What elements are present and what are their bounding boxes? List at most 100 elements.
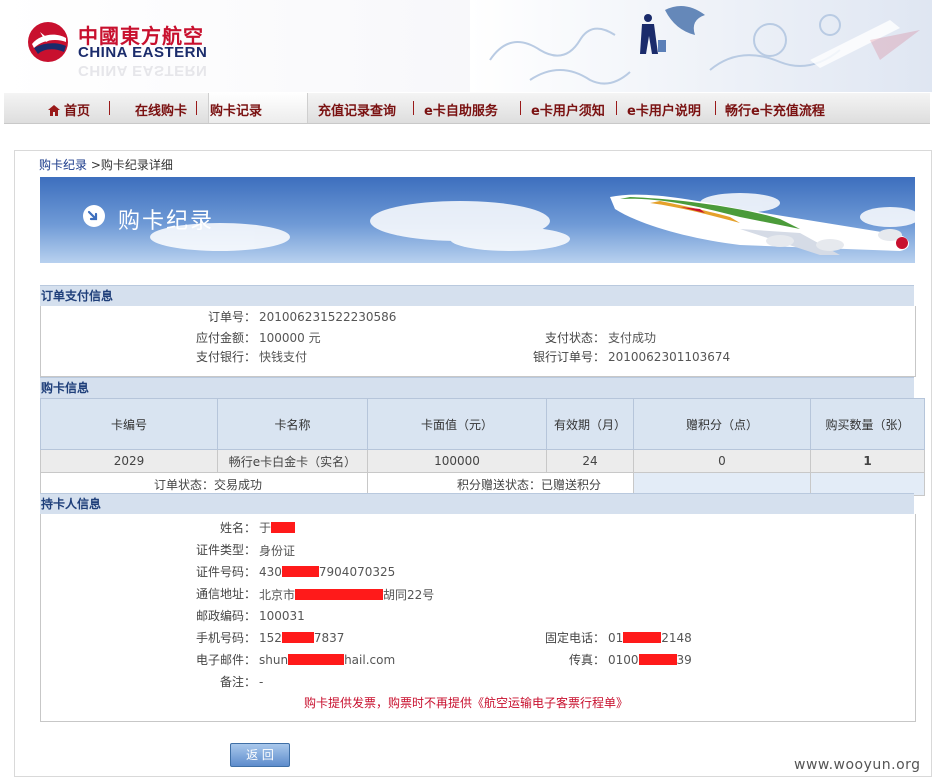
address-suffix: 胡同22号 (383, 588, 435, 602)
section-holder-header: 持卡人信息 (40, 493, 914, 514)
nav-divider (413, 101, 414, 115)
id-number-prefix: 430 (259, 565, 282, 579)
redaction-mark (288, 654, 345, 665)
fax-prefix: 0100 (608, 653, 639, 667)
nav-divider (196, 101, 197, 115)
section-card-info-header: 购卡信息 (40, 377, 914, 398)
email-suffix: hail.com (344, 653, 396, 667)
pay-bank-label: 支付银行： (195, 350, 256, 364)
breadcrumb-link-records[interactable]: 购卡纪录 (39, 158, 87, 172)
mobile-label: 手机号码： (195, 631, 256, 645)
cell-card-no: 2029 (40, 449, 218, 473)
pay-bank-value: 快钱支付 (259, 350, 308, 364)
order-status-value: 交易成功 (214, 477, 263, 492)
nav-item-home[interactable]: 首页 (48, 100, 90, 119)
redaction-mark (281, 566, 319, 577)
column-header-quantity: 购买数量（张） (810, 398, 925, 450)
id-type-value: 身份证 (259, 544, 296, 558)
cell-face-value: 100000 (367, 449, 547, 473)
name-value: 于 (259, 519, 296, 536)
order-number-value: 201006231522230586 (259, 310, 397, 324)
phone-suffix: 2148 (661, 631, 692, 645)
email-label: 电子邮件： (195, 653, 256, 667)
name-label: 姓名： (219, 521, 256, 535)
phone-label: 固定电话： (544, 631, 605, 645)
id-type-label: 证件类型： (195, 543, 256, 557)
column-header-validity: 有效期（月） (546, 398, 634, 450)
breadcrumb-separator: > (87, 158, 101, 172)
main-nav: 首页 在线购卡 购卡记录 充值记录查询 e卡自助服务 e卡用户须知 e卡用户说明… (4, 93, 930, 124)
redaction-mark (271, 522, 296, 533)
breadcrumb-current: 购卡纪录详细 (100, 158, 173, 172)
section-order-payment-header: 订单支付信息 (40, 285, 914, 306)
id-number-value: 430 7904070325 (259, 565, 395, 579)
breadcrumb: 购卡纪录 >购卡纪录详细 (39, 156, 173, 173)
nav-item-user-notice[interactable]: e卡用户须知 (531, 100, 605, 119)
nav-item-recharge-flow[interactable]: 畅行e卡充值流程 (725, 100, 825, 119)
redaction-mark (295, 589, 384, 600)
nav-divider (520, 101, 521, 115)
email-value: shun hail.com (259, 653, 395, 667)
brand-name-en: CHINA EASTERN (78, 44, 208, 61)
name-text: 于 (259, 521, 272, 535)
china-eastern-logo (28, 22, 68, 62)
fax-value: 0100 39 (608, 653, 692, 667)
redaction-mark (623, 632, 662, 643)
remark-label: 备注： (219, 675, 256, 689)
arrow-circle-icon (83, 205, 105, 227)
nav-item-buy-card[interactable]: 在线购卡 (135, 100, 187, 119)
pay-status-value: 支付成功 (608, 331, 657, 345)
invoice-notice: 购卡提供发票，购票时不再提供《航空运输电子客票行程单》 (303, 696, 628, 710)
id-number-suffix: 7904070325 (318, 565, 396, 579)
table-row: 2029 畅行e卡白金卡（实名） 100000 24 0 1 (40, 449, 925, 473)
site-header: 中國東方航空 CHINA EASTERN CHINA EASTERN (0, 0, 932, 92)
home-icon (48, 105, 60, 116)
address-prefix: 北京市 (259, 588, 296, 602)
pay-status-label: 支付状态： (544, 331, 605, 345)
address-value: 北京市 胡同22号 (259, 586, 434, 603)
nav-divider (715, 101, 716, 115)
column-header-bonus-points: 赠积分（点） (633, 398, 811, 450)
points-status-label: 积分赠送状态： (456, 477, 541, 492)
card-info-table: 卡编号 卡名称 卡面值（元） 有效期（月） 赠积分（点） 购买数量（张） 202… (40, 398, 925, 496)
remark-value: - (259, 675, 264, 689)
watermark: www.wooyun.org (794, 757, 921, 773)
zip-label: 邮政编码： (195, 609, 256, 623)
header-decoration (470, 0, 932, 92)
banner-title: 购卡纪录 (118, 209, 215, 234)
column-header-card-no: 卡编号 (40, 398, 218, 450)
order-status-label: 订单状态： (153, 477, 214, 492)
address-label: 通信地址： (195, 587, 256, 601)
mobile-suffix: 7837 (313, 631, 345, 645)
cell-bonus-points: 0 (633, 449, 811, 473)
bank-order-value: 2010062301103674 (608, 350, 731, 364)
nav-item-self-service[interactable]: e卡自助服务 (424, 100, 498, 119)
cell-card-name: 畅行e卡白金卡（实名） (217, 449, 368, 473)
brand-name-reflection: CHINA EASTERN (78, 62, 208, 79)
redaction-mark (281, 632, 314, 643)
phone-prefix: 01 (608, 631, 624, 645)
fax-suffix: 39 (676, 653, 692, 667)
zip-value: 100031 (259, 609, 305, 623)
amount-value: 100000 元 (259, 331, 321, 345)
phone-value: 01 2148 (608, 631, 692, 645)
nav-item-purchase-records[interactable]: 购卡记录 (210, 100, 262, 119)
nav-divider (109, 101, 110, 115)
mobile-prefix: 152 (259, 631, 282, 645)
cell-quantity: 1 (810, 449, 925, 473)
back-button[interactable]: 返 回 (230, 743, 290, 767)
nav-item-label: 首页 (64, 104, 91, 119)
bank-order-label: 银行订单号： (532, 350, 605, 364)
amount-label: 应付金额： (195, 331, 256, 345)
email-prefix: shun (259, 653, 289, 667)
nav-item-recharge-query[interactable]: 充值记录查询 (318, 100, 396, 119)
nav-item-user-guide[interactable]: e卡用户说明 (627, 100, 701, 119)
mobile-value: 152 7837 (259, 631, 344, 645)
id-number-label: 证件号码： (195, 565, 256, 579)
nav-divider (616, 101, 617, 115)
fax-label: 传真： (568, 653, 605, 667)
cell-validity: 24 (546, 449, 634, 473)
column-header-card-name: 卡名称 (217, 398, 368, 450)
column-header-face-value: 卡面值（元） (367, 398, 547, 450)
order-number-label: 订单号： (207, 310, 256, 324)
